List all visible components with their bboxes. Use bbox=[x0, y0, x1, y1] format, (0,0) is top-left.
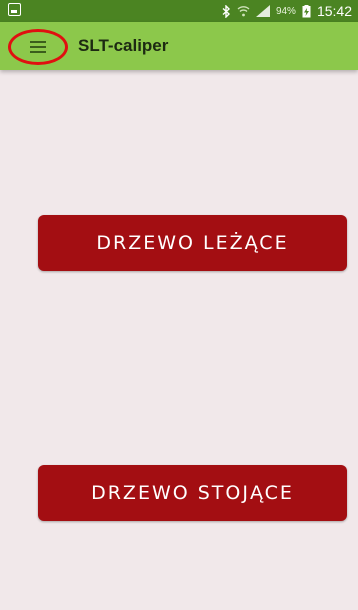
app-bar: SLT-caliper bbox=[0, 22, 358, 70]
app-screen: 94% 15:42 SLT-caliper DRZEWO LEŻĄCE DRZE… bbox=[0, 0, 358, 610]
clock-time: 15:42 bbox=[316, 3, 352, 19]
status-bar: 94% 15:42 bbox=[0, 0, 358, 22]
signal-icon bbox=[255, 5, 270, 17]
bluetooth-icon bbox=[222, 4, 231, 18]
hamburger-menu-icon bbox=[30, 41, 46, 53]
lying-tree-button[interactable]: DRZEWO LEŻĄCE bbox=[38, 215, 347, 271]
battery-charging-icon bbox=[302, 4, 311, 18]
navigation-menu-button[interactable] bbox=[8, 29, 68, 65]
app-title: SLT-caliper bbox=[78, 36, 169, 55]
image-notification-icon bbox=[8, 3, 21, 16]
status-icons: 94% 15:42 bbox=[222, 2, 352, 20]
wifi-icon bbox=[237, 5, 250, 17]
battery-percent: 94% bbox=[275, 5, 296, 17]
standing-tree-button[interactable]: DRZEWO STOJĄCE bbox=[38, 465, 347, 521]
